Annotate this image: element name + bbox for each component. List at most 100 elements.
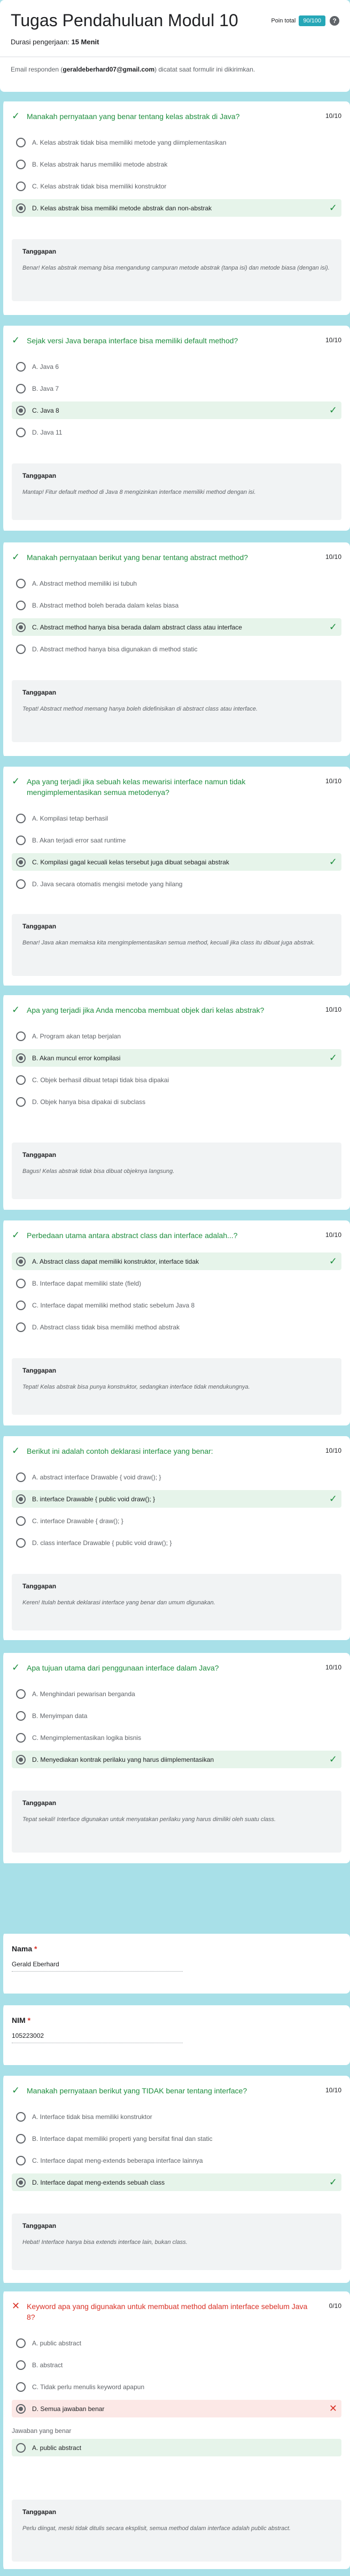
option-row[interactable]: D. class interface Drawable { public voi… xyxy=(12,1534,341,1551)
option-row[interactable]: A. Program akan tetap berjalan xyxy=(12,1027,341,1045)
radio-button[interactable] xyxy=(16,835,26,845)
help-icon[interactable]: ? xyxy=(330,15,339,26)
option-row[interactable]: C. Java 8 ✓ xyxy=(12,401,341,419)
option-label: B. Interface dapat memiliki properti yan… xyxy=(32,2134,213,2142)
radio-button[interactable] xyxy=(16,578,26,588)
radio-button[interactable] xyxy=(16,1754,26,1764)
radio-button[interactable] xyxy=(16,427,26,437)
radio-button[interactable] xyxy=(16,1278,26,1288)
option-row[interactable]: A. Menghindari pewarisan berganda xyxy=(12,1685,341,1703)
option-label: C. Interface dapat meng-extends beberapa… xyxy=(32,2156,203,2164)
option-row[interactable]: D. Menyediakan kontrak perilaku yang har… xyxy=(12,1751,341,1768)
radio-button[interactable] xyxy=(16,644,26,654)
radio-button[interactable] xyxy=(16,1689,26,1699)
option-row[interactable]: D. Objek hanya bisa dipakai di subclass xyxy=(12,1093,341,1110)
option-row[interactable]: C. Interface dapat memiliki method stati… xyxy=(12,1296,341,1314)
option-row[interactable]: C. Interface dapat meng-extends beberapa… xyxy=(12,2152,341,2169)
radio-button[interactable] xyxy=(16,857,26,867)
option-row[interactable]: C. Mengimplementasikan logika bisnis xyxy=(12,1729,341,1746)
radio-button[interactable] xyxy=(16,1053,26,1063)
option-row[interactable]: C. interface Drawable { draw(); } xyxy=(12,1512,341,1530)
option-row[interactable]: A. Abstract method memiliki isi tubuh xyxy=(12,574,341,592)
radio-button[interactable] xyxy=(16,159,26,169)
option-row[interactable]: B. Interface dapat memiliki properti yan… xyxy=(12,2130,341,2147)
correct-icon: ✓ xyxy=(12,335,20,345)
radio-button[interactable] xyxy=(16,2338,26,2348)
option-row[interactable]: B. Abstract method boleh berada dalam ke… xyxy=(12,596,341,614)
radio-button[interactable] xyxy=(16,361,26,372)
options-list: A. Interface tidak bisa memiliki konstru… xyxy=(3,2096,350,2191)
option-row[interactable]: B. abstract xyxy=(12,2356,341,2374)
question-card: ✕ Keyword apa yang digunakan untuk membua… xyxy=(0,2291,350,2569)
options-list: A. Abstract method memiliki isi tubuh B. … xyxy=(3,563,350,658)
radio-button[interactable] xyxy=(16,1516,26,1526)
option-row[interactable]: A. Kompilasi tetap berhasil xyxy=(12,809,341,827)
correct-icon: ✓ xyxy=(12,776,20,786)
option-row[interactable]: A. Java 6 xyxy=(12,358,341,375)
option-row[interactable]: A. Interface tidak bisa memiliki konstru… xyxy=(12,2108,341,2125)
option-row[interactable]: B. Kelas abstrak harus memiliki metode a… xyxy=(12,155,341,173)
radio-button[interactable] xyxy=(16,405,26,415)
option-row[interactable]: A. Kelas abstrak tidak bisa memiliki met… xyxy=(12,133,341,151)
option-row[interactable]: C. Kelas abstrak tidak bisa memiliki kon… xyxy=(12,177,341,195)
feedback-title: Tanggapan xyxy=(22,248,57,255)
check-icon: ✓ xyxy=(329,1754,337,1764)
radio-button[interactable] xyxy=(16,203,26,213)
radio-button[interactable] xyxy=(16,1732,26,1743)
radio-button[interactable] xyxy=(16,2360,26,2370)
option-label: C. Mengimplementasikan logika bisnis xyxy=(32,1734,142,1742)
radio-button[interactable] xyxy=(16,879,26,889)
option-row[interactable]: B. Java 7 xyxy=(12,380,341,397)
option-row[interactable]: D. Abstract method hanya bisa digunakan … xyxy=(12,640,341,658)
option-row[interactable]: C. Abstract method hanya bisa berada dal… xyxy=(12,618,341,636)
radio-button[interactable] xyxy=(16,622,26,632)
radio-button[interactable] xyxy=(16,137,26,147)
radio-button[interactable] xyxy=(16,1256,26,1266)
radio-button[interactable] xyxy=(16,1472,26,1482)
radio-button[interactable] xyxy=(16,2112,26,2122)
option-row[interactable]: B. Akan muncul error kompilasi ✓ xyxy=(12,1049,341,1067)
radio-button[interactable] xyxy=(16,2177,26,2187)
option-row[interactable]: B. Menyimpan data xyxy=(12,1707,341,1724)
option-row[interactable]: D. Semua jawaban benar ✕ xyxy=(12,2400,341,2417)
option-row[interactable]: C. Objek berhasil dibuat tetapi tidak bi… xyxy=(12,1071,341,1089)
option-row[interactable]: A. abstract interface Drawable { void dr… xyxy=(12,1468,341,1486)
options-list: A. Kelas abstrak tidak bisa memiliki met… xyxy=(3,122,350,217)
option-row[interactable]: D. Abstract class tidak bisa memiliki me… xyxy=(12,1318,341,1336)
option-row[interactable]: D. Kelas abstrak bisa memiliki metode ab… xyxy=(12,199,341,217)
radio-button[interactable] xyxy=(16,383,26,393)
option-row[interactable]: B. Interface dapat memiliki state (field… xyxy=(12,1274,341,1292)
question-title: Berikut ini adalah contoh deklarasi inte… xyxy=(27,1447,213,1455)
radio-button[interactable] xyxy=(16,2155,26,2165)
option-row[interactable]: A. Abstract class dapat memiliki konstru… xyxy=(12,1252,341,1270)
radio-button[interactable] xyxy=(16,1494,26,1504)
option-label: B. Akan muncul error kompilasi xyxy=(32,1054,121,1062)
option-row[interactable]: D. Interface dapat meng-extends sebuah c… xyxy=(12,2173,341,2191)
option-row[interactable]: D. Java 11 xyxy=(12,423,341,441)
question-header: ✓ Apa tujuan utama dari penggunaan interf… xyxy=(3,1653,350,1673)
radio-button[interactable] xyxy=(16,2404,26,2414)
radio-button[interactable] xyxy=(16,2382,26,2392)
option-label: A. Kelas abstrak tidak bisa memiliki met… xyxy=(32,138,227,146)
feedback-text: Tepat! Kelas abstrak bisa punya konstruk… xyxy=(22,1384,250,1390)
radio-button[interactable] xyxy=(16,813,26,823)
option-row[interactable]: D. Java secara otomatis mengisi metode y… xyxy=(12,875,341,893)
radio-button[interactable] xyxy=(16,1300,26,1310)
feedback-title: Tanggapan xyxy=(22,2222,57,2230)
radio-button[interactable] xyxy=(16,1711,26,1721)
radio-button[interactable] xyxy=(16,2133,26,2144)
option-row[interactable]: A. public abstract xyxy=(12,2334,341,2352)
question-score: 10/10 xyxy=(325,1006,341,1013)
option-row[interactable]: B. interface Drawable { public void draw… xyxy=(12,1490,341,1508)
option-row[interactable]: B. Akan terjadi error saat runtime xyxy=(12,831,341,849)
radio-button[interactable] xyxy=(16,1538,26,1548)
option-row[interactable]: C. Kompilasi gagal kecuali kelas tersebu… xyxy=(12,853,341,871)
radio-button[interactable] xyxy=(16,1031,26,1041)
option-label: A. public abstract xyxy=(32,2339,82,2347)
option-row[interactable]: C. Tidak perlu menulis keyword apapun xyxy=(12,2378,341,2396)
radio-button[interactable] xyxy=(16,181,26,191)
radio-button[interactable] xyxy=(16,600,26,610)
radio-button[interactable] xyxy=(16,1322,26,1332)
radio-button[interactable] xyxy=(16,1097,26,1107)
radio-button[interactable] xyxy=(16,1075,26,1085)
